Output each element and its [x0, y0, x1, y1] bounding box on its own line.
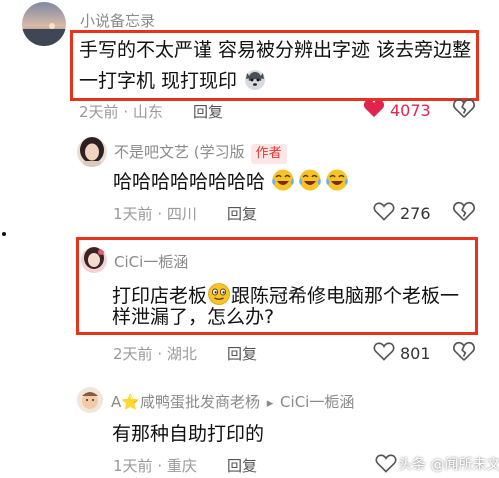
avatar-girl-image: [77, 137, 107, 167]
like-count: 801: [400, 343, 431, 363]
reply-arrow-icon: ▸: [266, 396, 274, 411]
comment-location: 重庆: [166, 457, 197, 475]
husky-dog-emoji: [243, 67, 267, 101]
laugh-cry-emoji-group: [271, 169, 349, 193]
like-count: 4073: [390, 100, 431, 120]
comment-time: 1天前: [113, 457, 153, 475]
comment-location: 四川: [166, 205, 197, 223]
tears-of-joy-emoji: [272, 169, 348, 191]
meta-separator: ·: [157, 457, 163, 475]
watermark: 头条 @闻所未文: [398, 457, 499, 473]
meta-separator: ·: [123, 103, 129, 121]
dislike-button[interactable]: [453, 97, 475, 123]
comment-text-fragment: 哈哈哈哈哈哈哈哈: [113, 171, 266, 193]
dislike-button[interactable]: [453, 340, 475, 366]
reply-button[interactable]: 回复: [227, 343, 257, 364]
avatar-cartoon-image: [77, 387, 103, 413]
comment-meta: 1天前 · 四川: [113, 203, 197, 224]
comment-text-fragment: 一打字机 现打现印: [79, 70, 238, 92]
comment-username[interactable]: A⭐咸鸭蛋批发商老杨: [111, 393, 260, 411]
comment-meta: 2天前 · 山东: [79, 101, 163, 122]
comment-text-line: 样泄漏了，怎么办?: [112, 306, 275, 328]
comment-username-row: 不是吧文艺 (学习版 作者: [114, 141, 287, 164]
broken-heart-icon: [453, 98, 475, 118]
avatar[interactable]: [77, 387, 103, 413]
avatar[interactable]: [77, 137, 107, 167]
comment-time: 1天前: [113, 205, 153, 223]
comment-time: 2天前: [113, 345, 153, 363]
reply-button[interactable]: 回复: [193, 101, 223, 122]
avatar[interactable]: [81, 247, 107, 273]
comment-username-row: A⭐咸鸭蛋批发商老杨 ▸ CiCi一栀涵: [111, 391, 354, 412]
avatar-girl-image: [81, 247, 107, 273]
avatar[interactable]: [22, 2, 66, 46]
comment-username[interactable]: 小说备忘录: [80, 10, 155, 31]
comment-time: 2天前: [79, 103, 119, 121]
dislike-button[interactable]: [453, 200, 475, 226]
comment-location: 湖北: [166, 345, 197, 363]
meta-separator: ·: [157, 345, 163, 363]
like-button[interactable]: 801: [373, 341, 431, 365]
heart-outline-icon: [375, 454, 397, 473]
broken-heart-icon: [453, 341, 475, 361]
like-count: 276: [400, 203, 431, 223]
comment-text-line: 手写的不太严谨 容易被分辨出字迹 该去旁边整: [79, 39, 472, 61]
comment-username[interactable]: CiCi一栀涵: [114, 251, 188, 272]
like-button[interactable]: 276: [373, 201, 431, 225]
broken-heart-icon: [453, 201, 475, 221]
comment-username[interactable]: 不是吧文艺 (学习版: [114, 143, 245, 161]
author-badge: 作者: [250, 144, 287, 164]
edge-dot: [2, 232, 6, 236]
heart-outline-icon: [373, 201, 395, 225]
comment-text-line: 哈哈哈哈哈哈哈哈: [113, 166, 349, 198]
reply-button[interactable]: 回复: [227, 203, 257, 224]
reply-to-username[interactable]: CiCi一栀涵: [280, 393, 354, 411]
like-button[interactable]: [375, 453, 397, 477]
comment-text-line: 一打字机 现打现印: [79, 65, 267, 101]
heart-outline-icon: [373, 341, 395, 365]
comment-location: 山东: [132, 103, 163, 121]
meta-separator: ·: [157, 205, 163, 223]
heart-filled-icon: [363, 98, 385, 122]
comment-meta: 2天前 · 湖北: [113, 343, 197, 364]
comment-meta: 1天前 · 重庆: [113, 455, 197, 476]
avatar-sunset-image: [22, 2, 66, 46]
like-button[interactable]: 4073: [363, 98, 431, 122]
reply-button[interactable]: 回复: [227, 455, 257, 476]
comment-text-line: 有那种自助打印的: [112, 423, 265, 445]
